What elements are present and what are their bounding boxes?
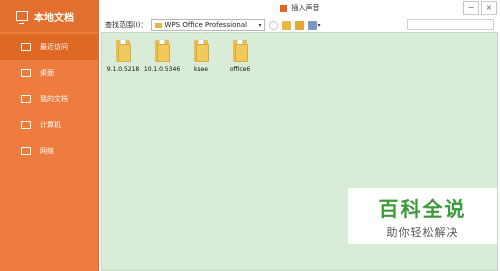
sidebar: 本地文档 最近访问 桌面 我的文档 计算机 网络: [0, 0, 99, 271]
search-input[interactable]: [407, 19, 494, 30]
up-folder-button[interactable]: [281, 20, 291, 30]
monitor-icon: [16, 11, 28, 24]
sidebar-item-label: 桌面: [40, 69, 54, 77]
sidebar-item-label: 最近访问: [40, 43, 68, 51]
file-list: 9.1.0.5218 10.1.0.5346 ksee office6 百科全说…: [101, 32, 498, 271]
range-select[interactable]: WPS Office Professional ▾: [150, 19, 265, 31]
file-item[interactable]: ksee: [186, 39, 216, 73]
folder-icon: [193, 39, 210, 63]
sidebar-item-label: 计算机: [40, 121, 61, 129]
dialog-titlebar: 插入声音 − ×: [99, 0, 500, 16]
watermark: 百科全说 助你轻松解决: [348, 188, 497, 244]
back-button[interactable]: [268, 20, 278, 30]
view-menu-button[interactable]: [307, 20, 317, 30]
close-button[interactable]: ×: [481, 1, 497, 15]
watermark-title: 百科全说: [378, 196, 467, 221]
folder-icon: [115, 39, 132, 63]
view-chevron-down-icon[interactable]: ▾: [318, 22, 321, 29]
folder-icon: [232, 39, 249, 63]
new-folder-button[interactable]: [294, 20, 304, 30]
sidebar-item-label: 网络: [40, 147, 54, 155]
sidebar-title: 本地文档: [34, 12, 74, 24]
sidebar-header: 本地文档: [0, 0, 98, 32]
sidebar-item-label: 我的文档: [40, 95, 68, 103]
file-name: 9.1.0.5218: [106, 66, 140, 73]
network-icon: [21, 147, 31, 155]
flag-icon: [279, 4, 287, 12]
dialog-main: 插入声音 − × 查找范围(I)： WPS Office Professiona…: [99, 0, 500, 271]
file-item[interactable]: 9.1.0.5218: [106, 39, 140, 73]
sidebar-item-desktop[interactable]: 桌面: [0, 60, 98, 86]
sidebar-item-network[interactable]: 网络: [0, 138, 98, 164]
sidebar-item-my-documents[interactable]: 我的文档: [0, 86, 98, 112]
file-name: 10.1.0.5346: [143, 66, 181, 73]
window-buttons: − ×: [463, 1, 497, 15]
sidebar-list: 最近访问 桌面 我的文档 计算机 网络: [0, 34, 98, 164]
folder-icon: [154, 22, 162, 28]
chevron-down-icon: ▾: [258, 21, 262, 29]
file-name: ksee: [194, 66, 208, 73]
file-item[interactable]: 10.1.0.5346: [143, 39, 181, 73]
file-item[interactable]: office6: [225, 39, 255, 73]
computer-icon: [21, 121, 31, 129]
file-name: office6: [229, 66, 251, 73]
recent-icon: [21, 43, 31, 51]
sidebar-item-recent[interactable]: 最近访问: [0, 34, 98, 60]
files-row: 9.1.0.5218 10.1.0.5346 ksee office6: [102, 33, 497, 73]
my-documents-icon: [21, 95, 31, 103]
minimize-button[interactable]: −: [463, 1, 479, 15]
watermark-subtitle: 助你轻松解决: [386, 225, 459, 239]
folder-icon: [154, 39, 171, 63]
range-label: 查找范围(I)：: [105, 21, 148, 29]
sidebar-item-computer[interactable]: 计算机: [0, 112, 98, 138]
desktop-icon: [21, 69, 31, 77]
range-value: WPS Office Professional: [164, 21, 248, 29]
dialog-title: 插入声音: [291, 4, 320, 12]
